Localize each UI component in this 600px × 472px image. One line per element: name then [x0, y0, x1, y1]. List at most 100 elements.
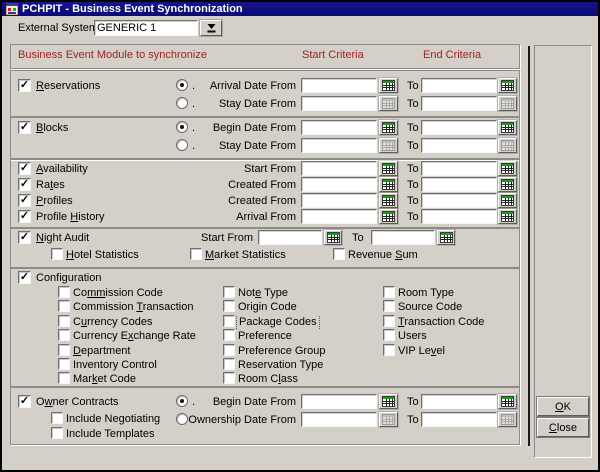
blocks-begin-start-input[interactable]	[301, 120, 377, 135]
users-checkbox[interactable]	[383, 329, 395, 341]
users-label: Users	[398, 330, 427, 343]
owner-ownership-end-input[interactable]	[421, 412, 497, 427]
profiles-checkbox[interactable]: ✓	[18, 194, 31, 207]
market-code-checkbox[interactable]	[58, 372, 70, 384]
profiles-created-end-calendar-button[interactable]	[498, 193, 517, 208]
to-label: To	[407, 122, 419, 135]
availability-end-calendar-button[interactable]	[498, 161, 517, 176]
end-criteria-label: End Criteria	[423, 49, 481, 62]
blocks-begin-end-calendar-button[interactable]	[498, 120, 517, 135]
revenue-sum-checkbox[interactable]	[333, 248, 345, 260]
close-button[interactable]: Close	[537, 418, 589, 437]
owner-begin-start-calendar-button[interactable]	[379, 394, 398, 409]
calendar-icon	[382, 396, 395, 407]
availability-start-input[interactable]	[301, 161, 377, 176]
to-label: To	[407, 140, 419, 153]
blocks-begin-start-calendar-button[interactable]	[379, 120, 398, 135]
room-class-checkbox[interactable]	[223, 372, 235, 384]
night-audit-end-input[interactable]	[371, 230, 435, 245]
rates-checkbox[interactable]: ✓	[18, 178, 31, 191]
reservations-stay-start-input[interactable]	[301, 96, 377, 111]
rates-created-end-input[interactable]	[421, 177, 497, 192]
blocks-stay-end-input[interactable]	[421, 138, 497, 153]
package-codes-checkbox[interactable]	[223, 315, 235, 327]
profile-history-arrival-end-calendar-button[interactable]	[498, 209, 517, 224]
source-code-checkbox[interactable]	[383, 300, 395, 312]
currency-exchange-rate-label: Currency Exchange Rate	[73, 330, 196, 343]
start-from-label: Start From	[60, 232, 253, 245]
rates-created-start-input[interactable]	[301, 177, 377, 192]
profiles-created-start-input[interactable]	[301, 193, 377, 208]
availability-checkbox[interactable]: ✓	[18, 162, 31, 175]
ok-button[interactable]: OK	[537, 397, 589, 416]
to-label: To	[407, 80, 419, 93]
profile-history-arrival-start-calendar-button[interactable]	[379, 209, 398, 224]
calendar-icon	[501, 211, 514, 222]
owner-begin-end-calendar-button[interactable]	[498, 394, 517, 409]
reservations-stay-start-calendar-button[interactable]	[379, 96, 398, 111]
currency-codes-checkbox[interactable]	[58, 315, 70, 327]
owner-contracts-checkbox[interactable]: ✓	[18, 395, 31, 408]
commission-transaction-checkbox[interactable]	[58, 300, 70, 312]
reservations-checkbox[interactable]: ✓	[18, 79, 31, 92]
title-bar[interactable]: PCHPIT - Business Event Synchronization	[2, 2, 598, 16]
inventory-control-checkbox[interactable]	[58, 358, 70, 370]
reservations-stay-end-input[interactable]	[421, 96, 497, 111]
reservations-arrival-end-input[interactable]	[421, 78, 497, 93]
commission-code-label: Commission Code	[73, 287, 163, 300]
owner-begin-end-input[interactable]	[421, 394, 497, 409]
preference-checkbox[interactable]	[223, 329, 235, 341]
rates-created-start-calendar-button[interactable]	[379, 177, 398, 192]
external-system-input[interactable]	[94, 20, 198, 36]
night-audit-checkbox[interactable]: ✓	[18, 231, 31, 244]
calendar-icon	[501, 140, 514, 151]
reservation-type-checkbox[interactable]	[223, 358, 235, 370]
profile-history-checkbox[interactable]: ✓	[18, 210, 31, 223]
configuration-checkbox[interactable]: ✓	[18, 271, 31, 284]
currency-exchange-rate-checkbox[interactable]	[58, 329, 70, 341]
blocks-stay-start-input[interactable]	[301, 138, 377, 153]
vip-level-checkbox[interactable]	[383, 344, 395, 356]
origin-code-checkbox[interactable]	[223, 300, 235, 312]
reservations-arrival-end-calendar-button[interactable]	[498, 78, 517, 93]
external-system-dropdown-button[interactable]	[200, 20, 222, 36]
include-templates-checkbox[interactable]	[51, 427, 63, 439]
reservations-arrival-start-input[interactable]	[301, 78, 377, 93]
owner-ownership-start-calendar-button[interactable]	[379, 412, 398, 427]
owner-ownership-start-input[interactable]	[301, 412, 377, 427]
owner-ownership-end-calendar-button[interactable]	[498, 412, 517, 427]
department-label: Department	[73, 345, 130, 358]
owner-begin-start-input[interactable]	[301, 394, 377, 409]
hotel-statistics-checkbox[interactable]	[51, 248, 63, 260]
preference-group-checkbox[interactable]	[223, 344, 235, 356]
night-audit-start-input[interactable]	[258, 230, 322, 245]
blocks-stay-start-calendar-button[interactable]	[379, 138, 398, 153]
calendar-icon	[382, 195, 395, 206]
hotel-statistics-label: Hotel Statistics	[66, 249, 139, 262]
calendar-icon	[382, 80, 395, 91]
commission-code-checkbox[interactable]	[58, 286, 70, 298]
profile-history-arrival-start-input[interactable]	[301, 209, 377, 224]
night-audit-end-calendar-button[interactable]	[437, 230, 455, 245]
reservations-stay-end-calendar-button[interactable]	[498, 96, 517, 111]
blocks-begin-end-input[interactable]	[421, 120, 497, 135]
calendar-icon	[501, 98, 514, 109]
commission-transaction-label: Commission Transaction	[73, 301, 193, 314]
rates-created-end-calendar-button[interactable]	[498, 177, 517, 192]
profiles-created-end-input[interactable]	[421, 193, 497, 208]
availability-start-calendar-button[interactable]	[379, 161, 398, 176]
check-icon: ✓	[20, 233, 29, 242]
blocks-checkbox[interactable]: ✓	[18, 121, 31, 134]
note-type-checkbox[interactable]	[223, 286, 235, 298]
reservations-arrival-start-calendar-button[interactable]	[379, 78, 398, 93]
department-checkbox[interactable]	[58, 344, 70, 356]
night-audit-start-calendar-button[interactable]	[324, 230, 342, 245]
transaction-code-checkbox[interactable]	[383, 315, 395, 327]
note-type-label: Note Type	[238, 287, 288, 300]
market-statistics-checkbox[interactable]	[190, 248, 202, 260]
room-type-checkbox[interactable]	[383, 286, 395, 298]
availability-end-input[interactable]	[421, 161, 497, 176]
profile-history-arrival-end-input[interactable]	[421, 209, 497, 224]
blocks-stay-end-calendar-button[interactable]	[498, 138, 517, 153]
profiles-created-start-calendar-button[interactable]	[379, 193, 398, 208]
